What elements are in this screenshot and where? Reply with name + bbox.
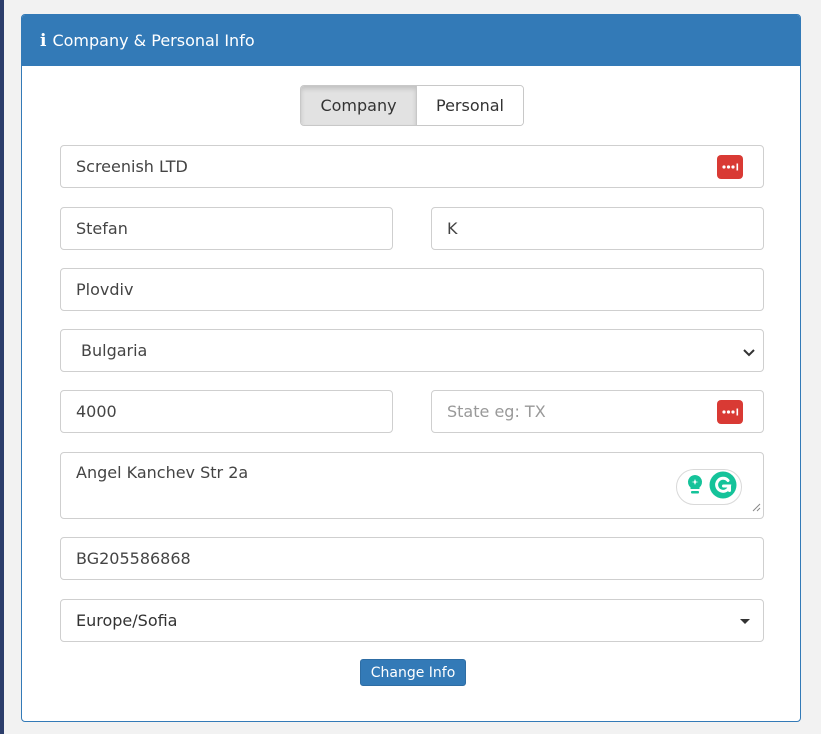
last-name-field[interactable]: K [431,207,764,250]
address-value: Angel Kanchev Str 2a [76,463,249,482]
resize-handle[interactable] [752,497,761,516]
last-name-value: K [447,219,458,238]
lightbulb-icon[interactable] [685,473,705,501]
first-name-field[interactable]: Stefan [60,207,393,250]
first-name-value: Stefan [76,219,128,238]
timezone-select[interactable]: Europe/Sofia [60,599,764,642]
country-select[interactable]: Bulgaria [60,329,764,372]
grammarly-widget[interactable] [676,469,742,505]
chevron-down-icon [742,344,756,363]
vat-field[interactable]: BG205586868 [60,537,764,580]
zip-value: 4000 [76,402,117,421]
company-name-field[interactable]: Screenish LTD [60,145,764,188]
tab-personal[interactable]: Personal [417,86,523,125]
account-type-toggle: Company Personal [300,85,524,126]
password-manager-icon[interactable] [717,154,743,179]
country-value: Bulgaria [81,341,148,360]
caret-down-icon [740,618,750,624]
tab-company[interactable]: Company [301,86,417,125]
panel-heading: i Company & Personal Info [22,15,800,66]
change-info-button[interactable]: Change Info [360,659,466,686]
vat-value: BG205586868 [76,549,191,568]
password-manager-icon[interactable] [717,399,743,424]
city-value: Plovdiv [76,280,134,299]
state-placeholder: State eg: TX [447,402,546,421]
zip-field[interactable]: 4000 [60,390,393,433]
company-info-panel: i Company & Personal Info Company Person… [21,14,801,722]
grammarly-icon[interactable] [709,471,737,503]
page-left-border [0,0,4,734]
company-name-value: Screenish LTD [76,157,188,176]
timezone-value: Europe/Sofia [76,611,178,630]
address-textarea[interactable]: Angel Kanchev Str 2a [60,452,764,519]
panel-title: Company & Personal Info [52,31,255,50]
city-field[interactable]: Plovdiv [60,268,764,311]
info-icon: i [40,30,47,51]
state-field[interactable]: State eg: TX [431,390,764,433]
